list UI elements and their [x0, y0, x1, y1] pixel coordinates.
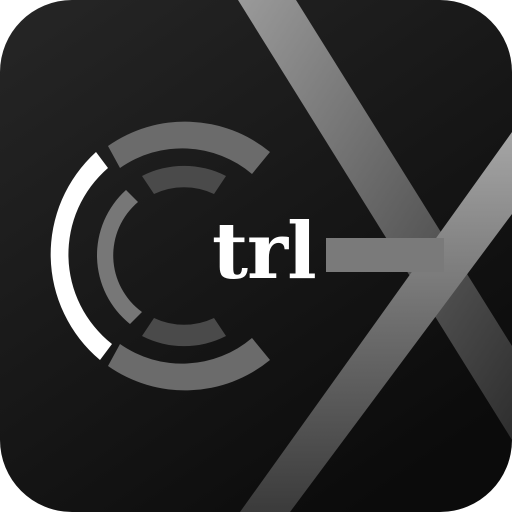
ctrlx-app-icon[interactable]: trl — [0, 0, 512, 512]
x-crossbar — [326, 238, 444, 272]
wordmark-trl: trl — [212, 206, 316, 297]
ctrlx-logo: trl — [0, 0, 512, 512]
